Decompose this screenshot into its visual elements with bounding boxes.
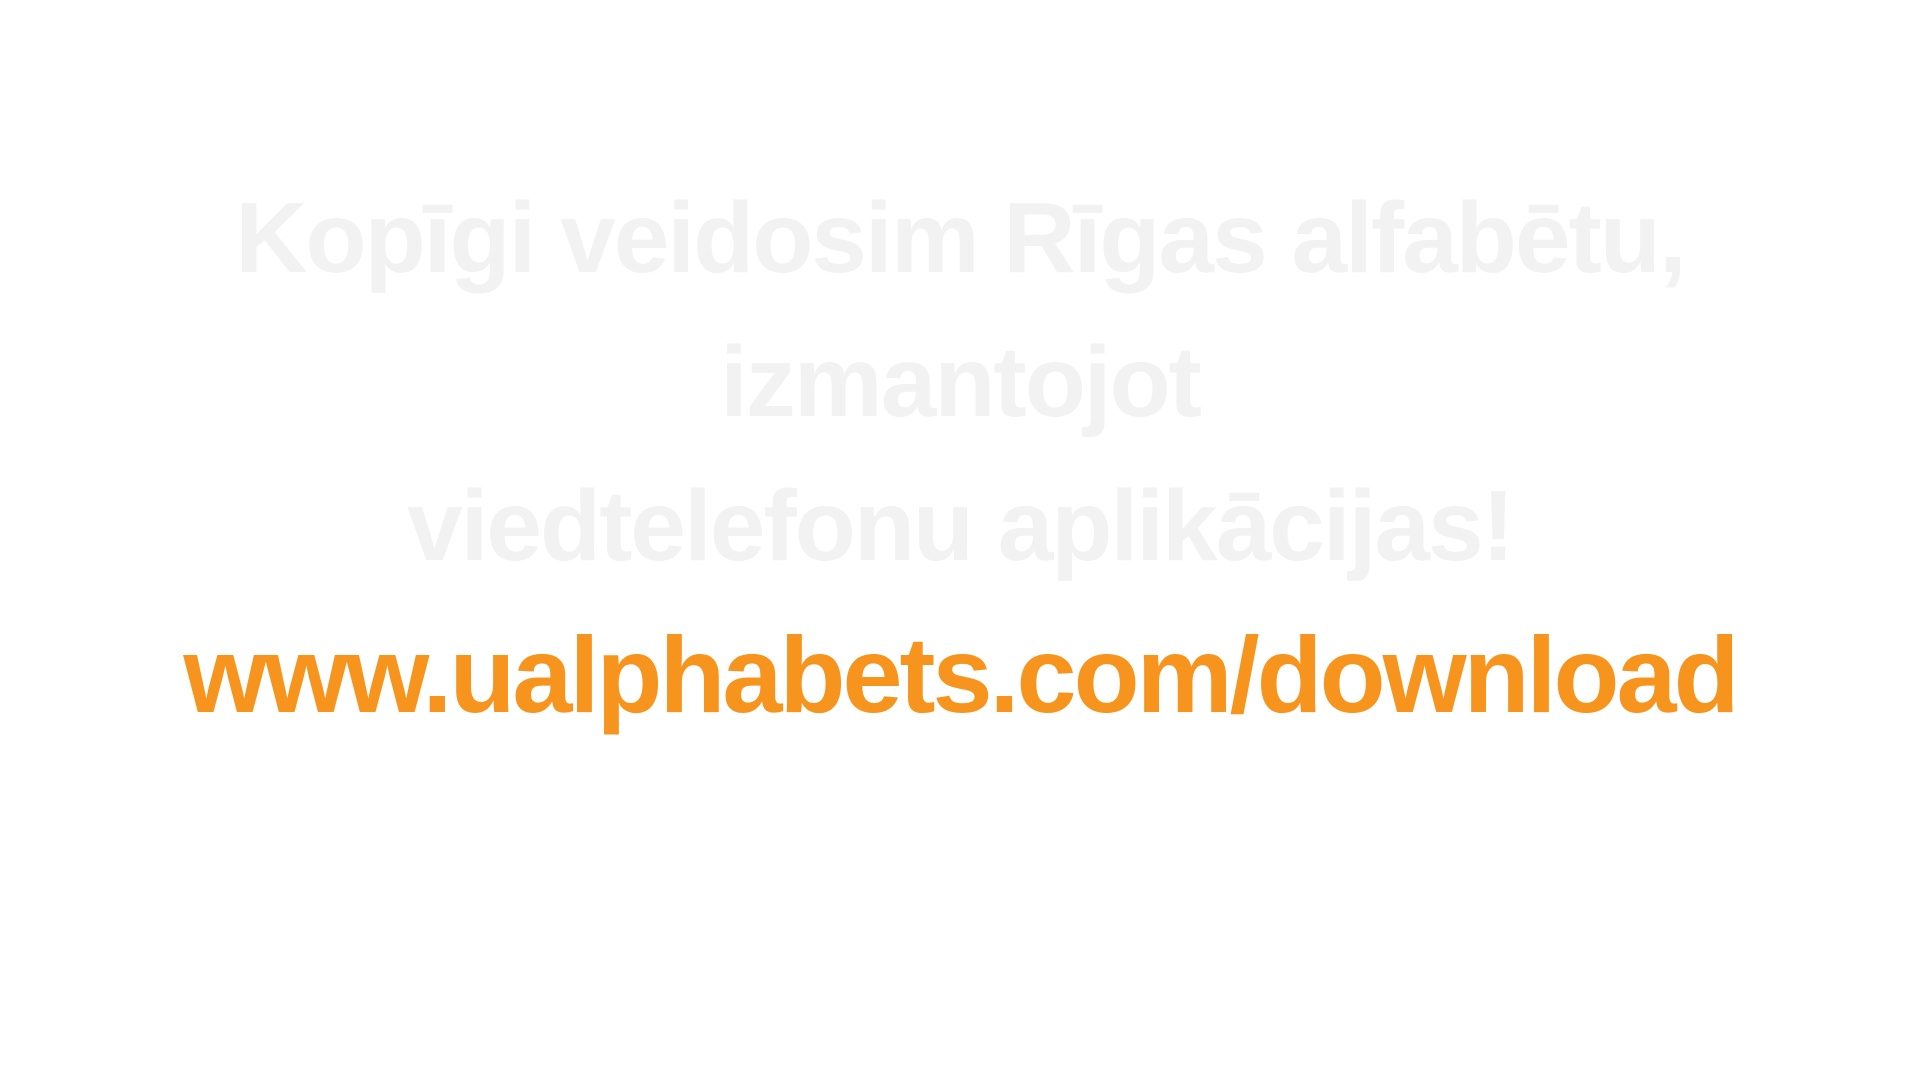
download-link[interactable]: www.ualphabets.com/download bbox=[0, 610, 1920, 740]
heading-line-1: Kopīgi veidosim Rīgas alfabētu, bbox=[235, 182, 1686, 294]
heading-line-3: viedtelefonu aplikācijas! bbox=[407, 470, 1515, 582]
slide: Kopīgi veidosim Rīgas alfabētu, izmantoj… bbox=[0, 0, 1920, 1081]
heading-line-2: izmantojot bbox=[720, 326, 1202, 438]
